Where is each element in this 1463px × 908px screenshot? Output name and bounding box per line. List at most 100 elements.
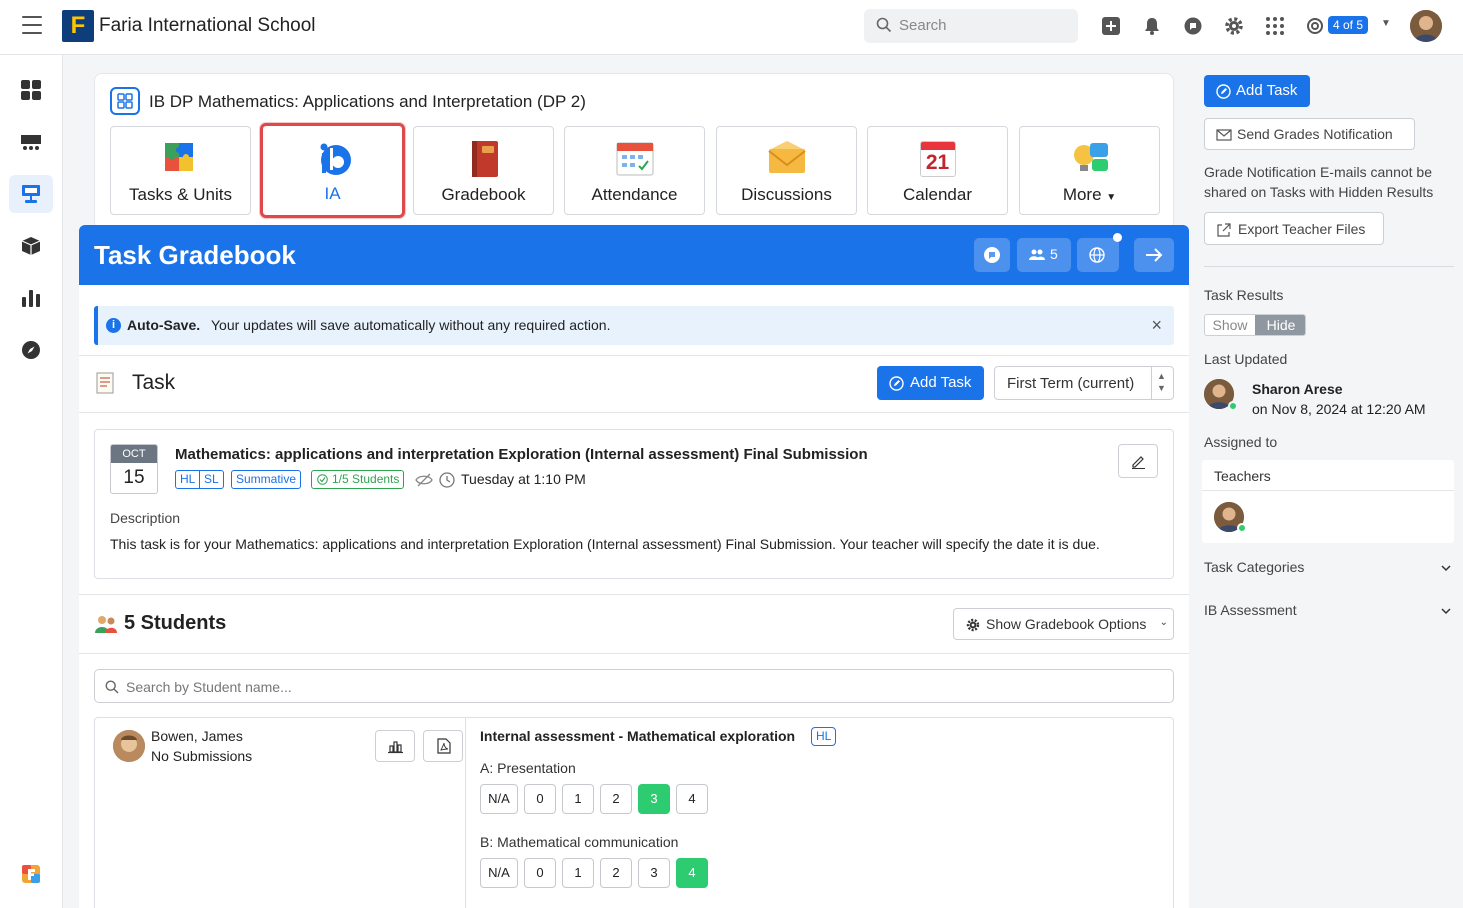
bar-chart-icon	[22, 290, 40, 307]
chip-hl: HL	[175, 470, 201, 489]
attendance-calendar-icon	[616, 142, 653, 176]
nav-classroom[interactable]	[9, 123, 53, 161]
grade-option-na[interactable]: N/A	[480, 858, 518, 888]
chevron-down-icon	[1441, 608, 1451, 615]
nav-dashboard[interactable]	[9, 71, 53, 109]
add-task-label: Add Task	[910, 374, 972, 391]
dashboard-icon	[21, 80, 41, 100]
grade-option-na[interactable]: N/A	[480, 784, 518, 814]
student-row: Bowen, James No Submissions Internal ass…	[94, 717, 1174, 908]
student-name[interactable]: Bowen, James	[151, 728, 243, 744]
info-icon: i	[106, 318, 121, 333]
user-avatar[interactable]	[1410, 10, 1442, 42]
lifebuoy-icon	[1307, 18, 1323, 34]
nav-faria-apps[interactable]	[9, 855, 53, 893]
tile-more[interactable]: More ▼	[1019, 126, 1160, 215]
nav-resources[interactable]	[9, 227, 53, 265]
grade-option-0[interactable]: 0	[524, 858, 556, 888]
column-divider	[465, 718, 466, 908]
hidden-eye-icon	[415, 473, 433, 487]
chevron-down-icon	[1441, 565, 1451, 572]
caret-down-icon: ▼	[1381, 18, 1391, 29]
grade-option-3-selected[interactable]: 3	[638, 784, 670, 814]
gear-icon	[966, 618, 980, 632]
assessment-level-chip: HL	[811, 727, 837, 746]
search-icon	[105, 680, 119, 694]
gradebook-header: Task Gradebook 5	[79, 225, 1189, 285]
school-name[interactable]: Faria International School	[99, 15, 316, 37]
puzzle-icon	[164, 143, 193, 171]
sidebar-add-task-button[interactable]: Add Task	[1204, 75, 1310, 107]
due-date-badge: OCT 15	[110, 444, 158, 494]
next-arrow-button[interactable]	[1134, 238, 1174, 272]
chat-icon[interactable]	[1182, 15, 1204, 37]
pdf-file-icon	[437, 738, 451, 754]
check-circle-icon	[317, 474, 328, 485]
tile-tasks-units[interactable]: Tasks & Units	[110, 126, 251, 215]
chat-icon	[984, 247, 1000, 263]
ib-logo-icon	[320, 143, 351, 175]
updated-on: on Nov 8, 2024 at 12:20 AM	[1252, 401, 1426, 417]
grade-option-4-selected[interactable]: 4	[676, 858, 708, 888]
send-grades-label: Send Grades Notification	[1237, 126, 1393, 142]
add-icon[interactable]	[1100, 15, 1122, 37]
add-task-button[interactable]: Add Task	[877, 366, 984, 400]
due-time: Tuesday at 1:10 PM	[461, 471, 586, 487]
school-logo[interactable]: F	[62, 10, 94, 42]
online-status-dot	[1237, 523, 1247, 533]
grade-option-2[interactable]: 2	[600, 858, 632, 888]
divider	[79, 594, 1189, 595]
student-search-input[interactable]: Search by Student name...	[94, 669, 1174, 703]
grade-option-3[interactable]: 3	[638, 858, 670, 888]
grade-option-1[interactable]: 1	[562, 784, 594, 814]
toggle-hide-selected[interactable]: Hide	[1255, 315, 1305, 335]
assigned-to-label: Assigned to	[1204, 434, 1278, 450]
nav-classes[interactable]	[9, 175, 53, 213]
users-icon	[1029, 249, 1045, 260]
task-notepad-icon	[96, 372, 114, 394]
close-icon[interactable]: ×	[1151, 315, 1162, 336]
send-grades-button[interactable]: Send Grades Notification	[1204, 118, 1415, 150]
ib-assessment-section[interactable]: IB Assessment	[1204, 600, 1454, 624]
top-bar: F Faria International School Search 4 of…	[0, 0, 1463, 55]
apps-grid-icon[interactable]	[1264, 15, 1286, 37]
task-results-toggle[interactable]: Show Hide	[1204, 314, 1306, 336]
task-categories-section[interactable]: Task Categories	[1204, 557, 1454, 581]
notification-dot	[1113, 233, 1122, 242]
tile-discussions[interactable]: Discussions	[716, 126, 857, 215]
gradebook-options-button[interactable]: Show Gradebook Options ⌄	[953, 608, 1174, 640]
notice-text: Your updates will save automatically wit…	[211, 317, 611, 333]
bell-icon[interactable]	[1141, 15, 1163, 37]
visibility-button[interactable]	[1077, 233, 1122, 272]
divider	[79, 355, 1189, 356]
term-select[interactable]: First Term (current) ▲ ▼	[994, 366, 1174, 400]
toggle-show[interactable]: Show	[1205, 315, 1255, 335]
student-pdf-button[interactable]	[423, 730, 463, 762]
presentation-icon	[22, 185, 40, 203]
edit-task-button[interactable]	[1118, 444, 1158, 478]
online-status-dot	[1228, 401, 1238, 411]
nav-explore[interactable]	[9, 331, 53, 369]
grade-option-4[interactable]: 4	[676, 784, 708, 814]
grade-option-1[interactable]: 1	[562, 858, 594, 888]
tile-calendar[interactable]: 21 Calendar	[867, 126, 1008, 215]
box-icon	[21, 237, 41, 255]
export-teacher-files-button[interactable]: Export Teacher Files	[1204, 212, 1384, 245]
chat-button[interactable]	[974, 238, 1010, 272]
calendar-icon: 21	[918, 139, 958, 179]
gear-icon[interactable]	[1223, 15, 1245, 37]
grade-option-2[interactable]: 2	[600, 784, 632, 814]
student-stats-button[interactable]	[375, 730, 415, 762]
global-search-input[interactable]: Search	[864, 9, 1078, 43]
tile-ia[interactable]: IA	[260, 123, 405, 218]
members-button[interactable]: 5	[1017, 238, 1071, 272]
gradebook-book-icon	[471, 141, 498, 177]
nav-reports[interactable]	[9, 279, 53, 317]
menu-icon[interactable]	[22, 16, 42, 34]
envelope-icon	[1216, 129, 1232, 141]
teachers-label: Teachers	[1214, 468, 1271, 484]
grade-option-0[interactable]: 0	[524, 784, 556, 814]
tile-gradebook[interactable]: Gradebook	[413, 126, 554, 215]
task-title[interactable]: Mathematics: applications and interpreta…	[175, 446, 868, 463]
tile-attendance[interactable]: Attendance	[564, 126, 705, 215]
